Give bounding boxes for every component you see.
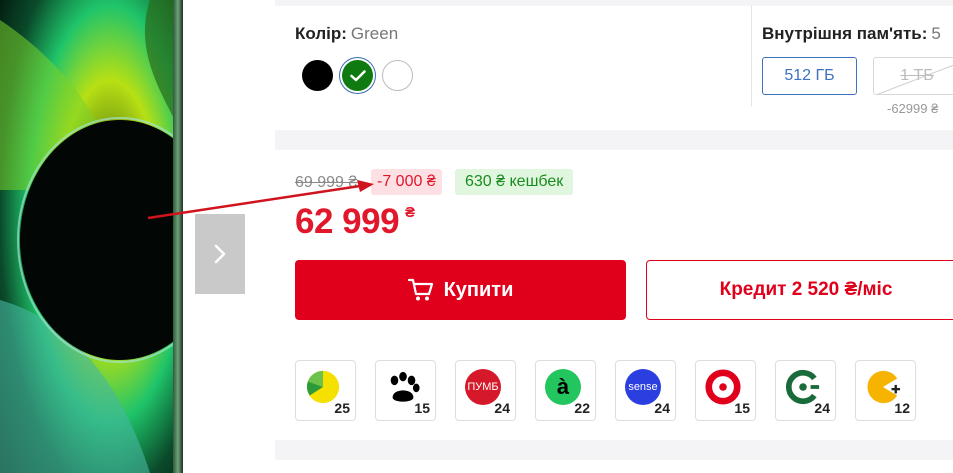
annotation-arrow bbox=[147, 180, 374, 220]
